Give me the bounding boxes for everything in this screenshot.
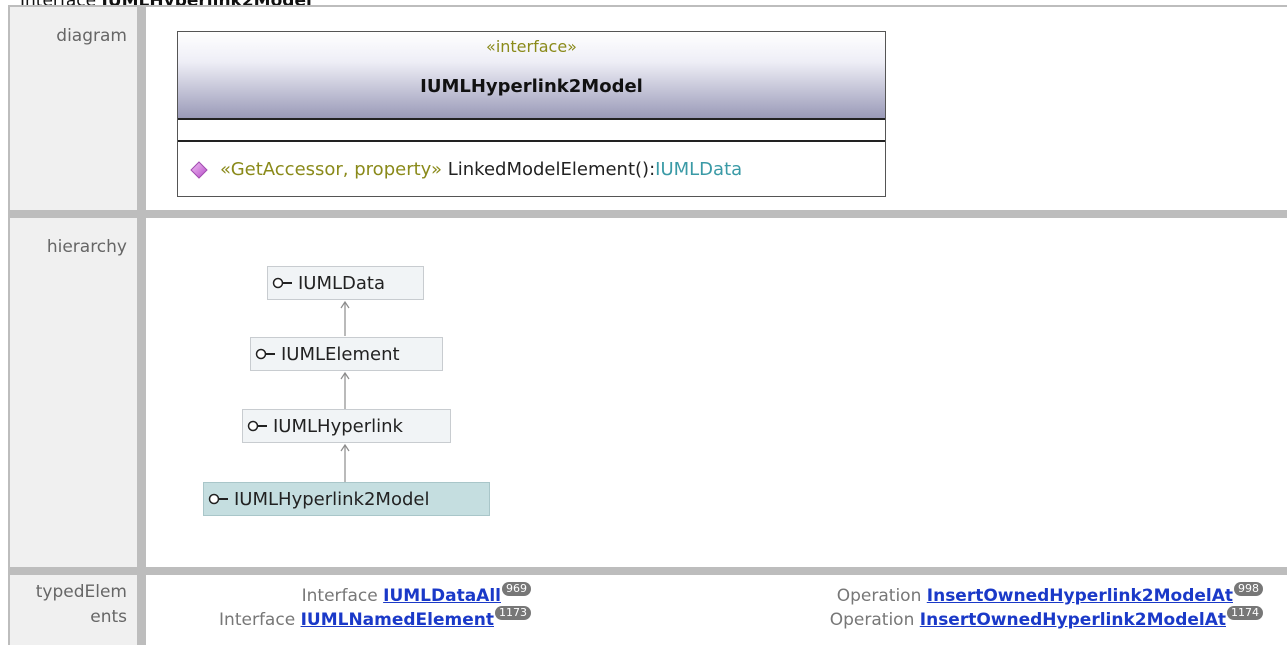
uml-interface-name: IUMLHyperlink2Model <box>420 76 643 97</box>
inheritance-arrow <box>340 443 350 482</box>
hierarchy-node-iumlhyperlink2model[interactable]: IUMLHyperlink2Model <box>203 482 490 516</box>
uml-header: «interface» IUMLHyperlink2Model <box>178 32 885 120</box>
operation-diamond-icon <box>190 161 208 179</box>
diagram-label-cell: diagram <box>10 7 137 210</box>
typed-element-kind: Operation <box>836 586 927 606</box>
typed-element-badge: 969 <box>502 582 531 596</box>
typed-element-item: Interface IUMLDataAll 969 <box>301 582 531 607</box>
hierarchy-node-label: IUMLElement <box>281 343 400 365</box>
interface-lollipop-icon <box>272 277 292 289</box>
uml-interface-box[interactable]: «interface» IUMLHyperlink2Model «GetAcce… <box>177 31 886 197</box>
typed-elements-label: typedElem ents <box>35 582 127 627</box>
hierarchy-label: hierarchy <box>46 237 127 257</box>
hierarchy-node-label: IUMLHyperlink2Model <box>234 488 430 510</box>
operation-return-type[interactable]: IUMLData <box>655 159 742 180</box>
typed-element-badge: 1173 <box>495 606 531 620</box>
hierarchy-node-label: IUMLData <box>298 272 386 294</box>
inheritance-arrow <box>340 300 350 336</box>
typed-element-item: Operation InsertOwnedHyperlink2ModelAt 99… <box>836 582 1263 607</box>
typed-elements-label-cell: typedElem ents <box>10 575 137 645</box>
interface-lollipop-icon <box>247 420 267 432</box>
typed-element-item: Operation InsertOwnedHyperlink2ModelAt 11… <box>829 606 1263 631</box>
typed-element-link[interactable]: InsertOwnedHyperlink2ModelAt <box>927 586 1233 606</box>
typed-element-kind: Interface <box>301 586 384 606</box>
typed-element-badge: 1174 <box>1227 606 1263 620</box>
uml-attributes-compartment <box>178 120 885 142</box>
hierarchy-label-cell: hierarchy <box>10 218 137 567</box>
hierarchy-row: hierarchy <box>10 218 1287 567</box>
interface-lollipop-icon <box>208 493 228 505</box>
inheritance-arrow <box>340 371 350 409</box>
hierarchy-node-iumldata[interactable]: IUMLData <box>267 266 424 300</box>
interface-lollipop-icon <box>255 348 275 360</box>
hierarchy-node-iumlelement[interactable]: IUMLElement <box>250 337 443 371</box>
typed-element-link[interactable]: InsertOwnedHyperlink2ModelAt <box>920 610 1226 630</box>
operation-name: LinkedModelElement(): <box>442 159 656 180</box>
typed-element-badge: 998 <box>1234 582 1263 596</box>
typed-element-kind: Operation <box>829 610 920 630</box>
typed-element-kind: Interface <box>219 610 301 630</box>
hierarchy-node-label: IUMLHyperlink <box>273 415 403 437</box>
uml-operation[interactable]: «GetAccessor, property» LinkedModelEleme… <box>190 159 742 183</box>
operation-stereotype: «GetAccessor, property» <box>220 159 443 180</box>
typed-element-item: Interface IUMLNamedElement 1173 <box>219 606 531 631</box>
uml-stereotype: «interface» <box>486 37 577 56</box>
diagram-label: diagram <box>56 26 127 46</box>
typed-element-link[interactable]: IUMLDataAll <box>383 586 501 606</box>
hierarchy-node-iumlhyperlink[interactable]: IUMLHyperlink <box>242 409 451 443</box>
typed-element-link[interactable]: IUMLNamedElement <box>301 610 494 630</box>
